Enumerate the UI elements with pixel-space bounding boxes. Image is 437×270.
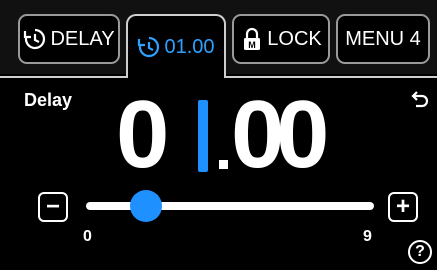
help-icon: ?: [415, 243, 425, 260]
tab-menu-4[interactable]: MENU 4: [336, 14, 430, 64]
value-digit-tens: 0: [116, 81, 170, 188]
padlock-m-icon: M: [240, 27, 264, 51]
plus-icon: +: [395, 193, 410, 220]
value-digit-ones-bar: [198, 100, 208, 172]
tab-label: LOCK: [267, 27, 322, 50]
tab-label: MENU 4: [345, 27, 421, 50]
panel-title: Delay: [24, 90, 73, 110]
tab-delay[interactable]: DELAY: [18, 14, 120, 64]
slider-thumb[interactable]: [130, 190, 162, 222]
back-icon[interactable]: [408, 88, 430, 108]
tab-label: DELAY: [50, 27, 115, 50]
history-icon: [137, 35, 161, 59]
tab-label: 01.00: [164, 35, 215, 58]
slider-min-label: 0: [83, 228, 92, 245]
tab-bar: DELAY 01.00 M LOCK MENU 4: [0, 0, 437, 78]
tab-delay-value[interactable]: 01.00: [126, 14, 226, 78]
svg-text:M: M: [249, 40, 257, 50]
tab-lock[interactable]: M LOCK: [232, 14, 330, 64]
minus-icon: −: [45, 193, 60, 220]
increment-button[interactable]: +: [388, 192, 418, 222]
history-icon: [23, 27, 47, 51]
slider-max-label: 9: [363, 228, 372, 245]
value-digit-hundredths: 0: [276, 81, 330, 188]
decrement-button[interactable]: −: [38, 192, 68, 222]
delay-screen: DELAY 01.00 M LOCK MENU 4 Delay 0 1 0 0 …: [0, 0, 437, 270]
decimal-point: [219, 160, 228, 169]
help-button[interactable]: ?: [408, 240, 432, 264]
